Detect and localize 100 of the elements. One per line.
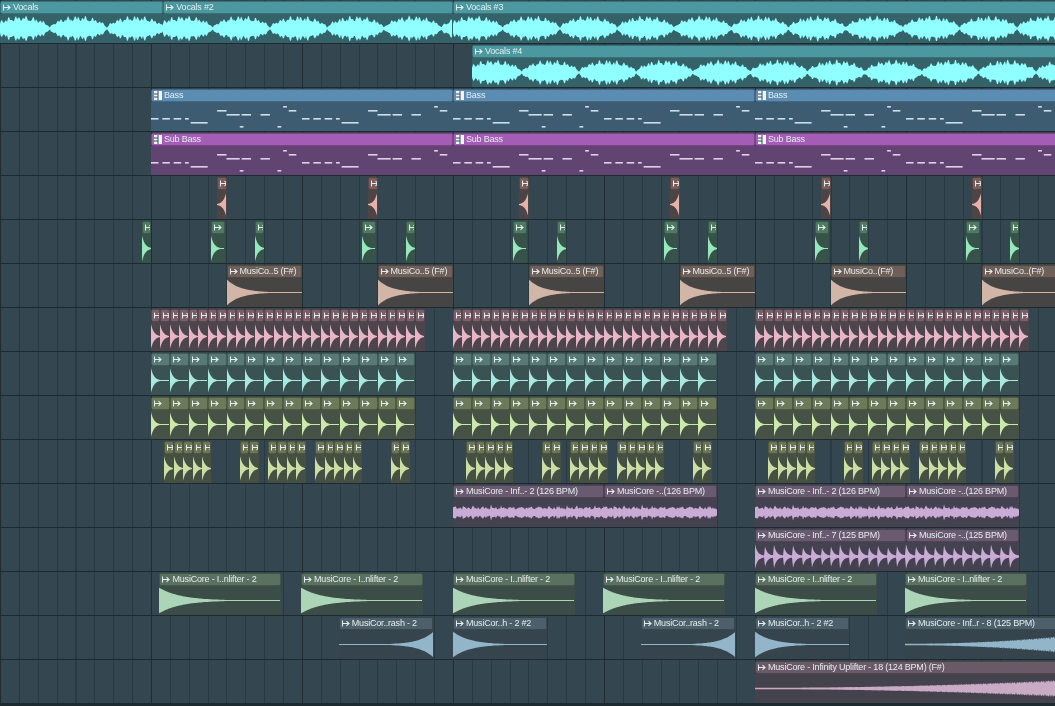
clip-header[interactable] <box>453 397 472 410</box>
clip-header[interactable] <box>1004 441 1014 454</box>
clip-header[interactable]: Sub Bass <box>151 133 453 146</box>
clip-header[interactable]: MusiCore - I..nlifter - 2 <box>301 573 423 586</box>
clip-header[interactable] <box>887 353 906 366</box>
clip-header[interactable]: MusiCor..h - 2 #2 <box>453 617 548 630</box>
clip-header[interactable] <box>943 353 963 366</box>
clip-header[interactable] <box>296 441 306 454</box>
clip-header[interactable] <box>956 441 967 454</box>
clip-header[interactable] <box>396 353 416 366</box>
clip-header[interactable] <box>226 397 246 410</box>
clip-header[interactable] <box>245 397 265 410</box>
clip-header[interactable]: Vocals <box>0 1 164 14</box>
clip-header[interactable] <box>320 397 340 410</box>
clip-header[interactable] <box>264 353 284 366</box>
clip-header[interactable] <box>169 397 189 410</box>
clip-header[interactable] <box>679 353 699 366</box>
clip-header[interactable]: Vocals #4 <box>471 45 1055 58</box>
clip-header[interactable] <box>664 221 678 234</box>
clip-header[interactable] <box>503 441 514 454</box>
clip-header[interactable] <box>226 353 246 366</box>
clip-header[interactable] <box>698 353 718 366</box>
clip-header[interactable] <box>207 353 227 366</box>
clip-header[interactable] <box>405 221 416 234</box>
clip-header[interactable] <box>585 397 604 410</box>
clip-header[interactable] <box>547 353 567 366</box>
clip-header[interactable] <box>151 353 170 366</box>
clip-header[interactable] <box>660 353 680 366</box>
clip-header[interactable] <box>792 353 812 366</box>
clip-header[interactable] <box>377 397 397 410</box>
clip-header[interactable]: Sub Bass <box>755 133 1055 146</box>
clip-header[interactable] <box>352 441 363 454</box>
clip-header[interactable] <box>654 441 665 454</box>
clip-header[interactable] <box>396 397 416 410</box>
clip-header[interactable] <box>853 441 863 454</box>
clip-header[interactable] <box>811 353 831 366</box>
clip-header[interactable] <box>207 397 227 410</box>
clip-header[interactable] <box>249 441 259 454</box>
clip-header[interactable] <box>509 353 529 366</box>
clip-header[interactable] <box>141 221 151 234</box>
clip-header[interactable] <box>906 353 925 366</box>
clip-header[interactable] <box>1000 397 1020 410</box>
clip-header[interactable] <box>924 397 944 410</box>
clip-header[interactable] <box>906 397 925 410</box>
clip-header[interactable]: MusiCo..5 (F#) <box>679 265 755 278</box>
clip-header[interactable] <box>717 309 727 322</box>
clip-header[interactable]: MusiCo..5 (F#) <box>226 265 302 278</box>
clip-header[interactable] <box>245 353 265 366</box>
clip-header[interactable] <box>362 221 376 234</box>
clip-header[interactable] <box>755 353 774 366</box>
clip-header[interactable] <box>339 353 359 366</box>
clip-header[interactable] <box>320 353 340 366</box>
clip-header[interactable] <box>773 353 793 366</box>
clip-header[interactable] <box>556 221 567 234</box>
clip-header[interactable] <box>400 441 410 454</box>
clip-header[interactable] <box>830 353 850 366</box>
clip-header[interactable] <box>188 353 208 366</box>
clip-header[interactable] <box>698 397 718 410</box>
clip-header[interactable]: MusiCore -..(125 BPM) <box>906 529 1020 542</box>
clip-header[interactable] <box>1000 353 1020 366</box>
clip-header[interactable] <box>490 353 510 366</box>
clip-header[interactable]: MusiCore - Inf..r - 8 (125 BPM) <box>905 617 1055 630</box>
clip-header[interactable] <box>283 397 302 410</box>
clip-header[interactable]: Bass <box>151 89 453 102</box>
clip-header[interactable] <box>528 353 548 366</box>
clip-header[interactable] <box>943 397 963 410</box>
clip-header[interactable]: MusiCore - I..nlifter - 2 <box>159 573 282 586</box>
clip-header[interactable] <box>604 397 623 410</box>
clip-header[interactable] <box>811 397 831 410</box>
clip-header[interactable]: MusiCore - Inf..- 7 (125 BPM) <box>755 529 906 542</box>
clip-header[interactable] <box>622 397 642 410</box>
clip-header[interactable]: MusiCor..rash - 2 <box>338 617 434 630</box>
clip-header[interactable] <box>670 177 680 190</box>
clip-header[interactable] <box>1019 309 1029 322</box>
clip-header[interactable] <box>188 397 208 410</box>
clip-header[interactable] <box>254 221 265 234</box>
clip-header[interactable] <box>604 353 623 366</box>
clip-header[interactable] <box>849 397 869 410</box>
clip-header[interactable] <box>981 353 1001 366</box>
clip-header[interactable] <box>566 397 586 410</box>
clip-header[interactable] <box>358 397 378 410</box>
clip-header[interactable] <box>641 397 661 410</box>
clip-header[interactable]: MusiCore -..(126 BPM) <box>604 485 718 498</box>
clip-header[interactable]: MusiCo..(F#) <box>981 265 1055 278</box>
clip-header[interactable] <box>211 221 225 234</box>
clip-header[interactable]: Bass <box>453 89 755 102</box>
clip-header[interactable]: MusiCo..5 (F#) <box>528 265 604 278</box>
clip-header[interactable] <box>471 353 491 366</box>
clip-header[interactable] <box>264 397 284 410</box>
clip-header[interactable] <box>972 177 982 190</box>
clip-header[interactable] <box>169 353 189 366</box>
clip-header[interactable] <box>201 441 212 454</box>
clip-header[interactable] <box>868 353 888 366</box>
clip-header[interactable] <box>598 441 608 454</box>
clip-header[interactable] <box>792 397 812 410</box>
clip-header[interactable]: MusiCor..h - 2 #2 <box>755 617 850 630</box>
clip-header[interactable] <box>887 397 906 410</box>
clip-header[interactable] <box>773 397 793 410</box>
clip-header[interactable]: MusiCore - I..nlifter - 2 <box>453 573 575 586</box>
clip-header[interactable] <box>585 353 604 366</box>
